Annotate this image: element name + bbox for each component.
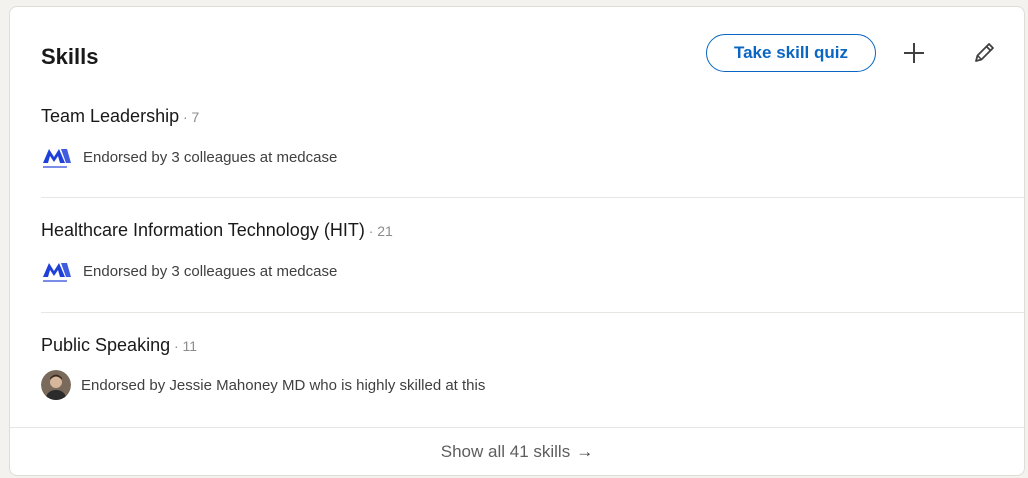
- show-all-skills-link[interactable]: Show all 41 skills →: [10, 428, 1024, 475]
- show-all-label: Show all 41 skills: [440, 442, 571, 461]
- endorsement-count: · 11: [170, 338, 198, 354]
- skill-name[interactable]: Healthcare Information Technology (HIT): [41, 220, 365, 240]
- endorsement-count: · 21: [364, 223, 393, 239]
- section-title: Skills: [41, 44, 99, 69]
- skills-card: Skills Take skill quiz Team Leadership ·…: [9, 6, 1025, 476]
- endorsement-text: Endorsed by 3 colleagues at medcase: [83, 262, 338, 280]
- pencil-icon: [975, 43, 994, 62]
- arrow-right-icon: →: [576, 442, 594, 461]
- endorser-avatar[interactable]: [41, 370, 71, 400]
- divider: [41, 312, 1024, 313]
- skill-title-row: Healthcare Information Technology (HIT) …: [41, 219, 393, 242]
- skill-title-row: Public Speaking · 11: [41, 334, 197, 357]
- endorsement-row[interactable]: Endorsed by 3 colleagues at medcase: [41, 143, 337, 171]
- medcase-logo-icon: [41, 257, 73, 285]
- endorsement-text: Endorsed by 3 colleagues at medcase: [83, 148, 338, 166]
- skill-title-row: Team Leadership · 7: [41, 105, 199, 128]
- skill-name[interactable]: Public Speaking: [41, 335, 170, 355]
- endorsement-row[interactable]: Endorsed by Jessie Mahoney MD who is hig…: [41, 370, 485, 400]
- endorsement-text: Endorsed by Jessie Mahoney MD who is hig…: [81, 376, 486, 394]
- plus-icon: [904, 43, 924, 63]
- endorsement-count: · 7: [179, 109, 200, 125]
- add-skill-button[interactable]: [894, 33, 934, 73]
- medcase-logo-icon: [41, 143, 73, 171]
- skill-name[interactable]: Team Leadership: [41, 106, 179, 126]
- take-skill-quiz-button[interactable]: Take skill quiz: [706, 34, 876, 72]
- divider: [41, 197, 1024, 198]
- edit-skills-button[interactable]: [964, 33, 1004, 73]
- endorsement-row[interactable]: Endorsed by 3 colleagues at medcase: [41, 257, 337, 285]
- skills-header: Skills Take skill quiz: [10, 7, 1024, 97]
